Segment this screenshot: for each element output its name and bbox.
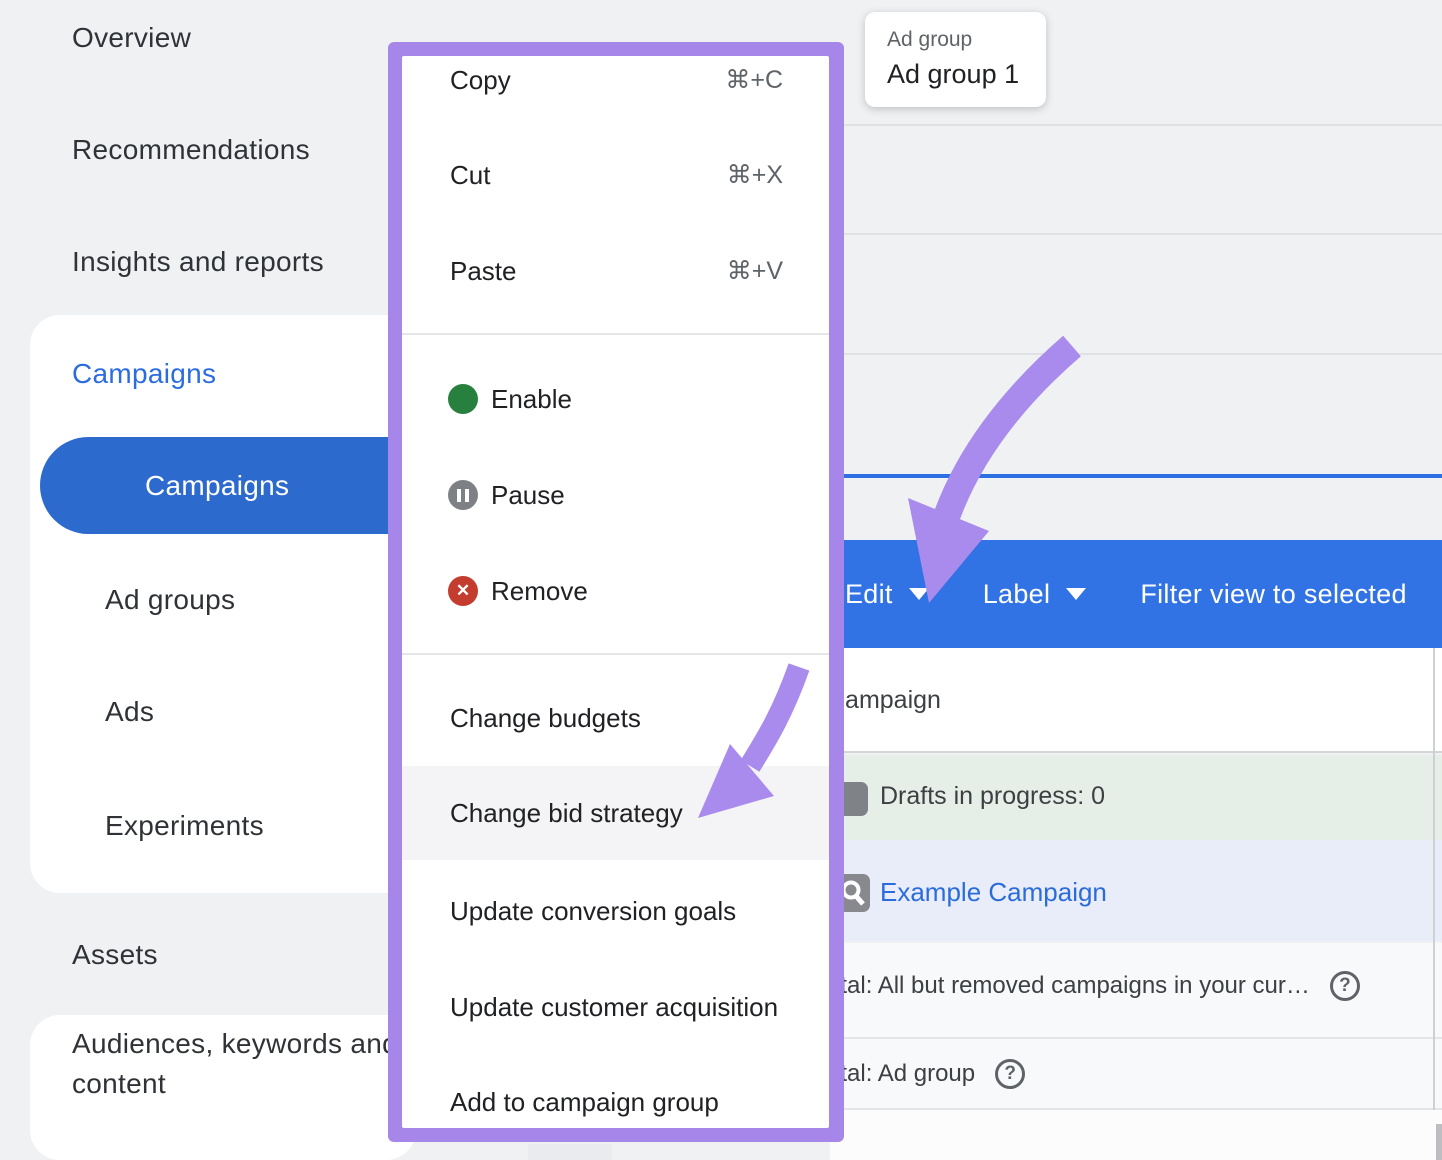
remove-label: Remove	[491, 576, 588, 607]
chevron-down-icon	[909, 588, 929, 600]
enable-label: Enable	[491, 384, 572, 415]
copy-shortcut: ⌘+C	[725, 65, 783, 95]
menu-item-remove[interactable]: ✕ Remove	[402, 544, 829, 638]
sidebar-item-campaigns-section[interactable]: Campaigns	[72, 354, 216, 394]
menu-item-change-budgets[interactable]: Change budgets	[402, 671, 829, 765]
update-customer-acquisition-label: Update customer acquisition	[450, 992, 778, 1023]
menu-item-enable[interactable]: Enable	[402, 352, 829, 446]
menu-item-paste[interactable]: Paste ⌘+V	[402, 224, 829, 318]
sidebar-item-experiments[interactable]: Experiments	[105, 806, 264, 846]
paste-label: Paste	[450, 256, 517, 287]
column-header-campaign[interactable]: Campaign	[827, 686, 941, 715]
change-budgets-label: Change budgets	[450, 703, 641, 734]
ad-group-tooltip: Ad group Ad group 1	[865, 12, 1046, 107]
menu-item-change-bid-strategy[interactable]: Change bid strategy	[402, 766, 829, 860]
bulk-action-toolbar: Edit Label Filter view to selected	[830, 540, 1442, 648]
edit-dropdown-button[interactable]: Edit	[845, 579, 929, 610]
selected-item-label: Campaigns	[145, 470, 289, 502]
paste-shortcut: ⌘+V	[727, 256, 783, 286]
menu-divider	[402, 333, 829, 335]
menu-item-copy[interactable]: Copy ⌘+C	[402, 56, 829, 127]
column-divider	[1433, 648, 1435, 1110]
sidebar-item-ad-groups[interactable]: Ad groups	[105, 580, 235, 620]
tooltip-value: Ad group 1	[887, 59, 1046, 90]
add-to-campaign-group-label: Add to campaign group	[450, 1087, 719, 1118]
remove-status-icon: ✕	[448, 576, 478, 606]
change-bid-strategy-label: Change bid strategy	[450, 798, 683, 829]
update-conversion-goals-label: Update conversion goals	[450, 896, 736, 927]
scrollbar-thumb[interactable]	[1436, 1124, 1442, 1160]
tooltip-label: Ad group	[887, 28, 1046, 52]
label-label: Label	[983, 579, 1051, 610]
chart-baseline	[830, 474, 1442, 478]
chevron-down-icon	[1066, 588, 1086, 600]
copy-label: Copy	[450, 65, 511, 96]
cut-shortcut: ⌘+X	[727, 160, 783, 190]
drafts-in-progress-text: Drafts in progress: 0	[880, 782, 1105, 811]
pause-status-icon	[448, 480, 478, 510]
sidebar-item-campaigns-selected[interactable]: Campaigns	[40, 437, 442, 534]
total-campaigns-text: Total: All but removed campaigns in your…	[815, 972, 1310, 1000]
bg-divider-1	[830, 124, 1442, 126]
help-icon[interactable]: ?	[1330, 971, 1360, 1001]
filter-view-button[interactable]: Filter view to selected	[1140, 579, 1407, 610]
sidebar-item-overview[interactable]: Overview	[72, 18, 191, 58]
google-ads-screen: Overview Recommendations Insights and re…	[0, 0, 1442, 1160]
sidebar-item-audiences-keywords-content[interactable]: Audiences, keywords and content	[72, 1024, 420, 1104]
bg-divider-2	[830, 233, 1442, 235]
context-menu: Copy ⌘+C Cut ⌘+X Paste ⌘+V Enable Pause	[402, 56, 829, 1128]
scroll-notch	[528, 1144, 612, 1160]
pause-label: Pause	[491, 480, 565, 511]
context-menu-highlight-frame: Copy ⌘+C Cut ⌘+X Paste ⌘+V Enable Pause	[388, 42, 844, 1142]
total-ad-group-cell: Total: Ad group ?	[815, 1059, 1025, 1089]
menu-item-add-to-campaign-group[interactable]: Add to campaign group	[402, 1055, 829, 1128]
sidebar-item-insights-reports[interactable]: Insights and reports	[72, 242, 324, 282]
example-campaign-link[interactable]: Example Campaign	[880, 877, 1107, 908]
sidebar-item-ads[interactable]: Ads	[105, 692, 154, 732]
filter-view-label: Filter view to selected	[1140, 579, 1407, 610]
menu-item-update-customer-acquisition[interactable]: Update customer acquisition	[402, 960, 829, 1054]
cut-label: Cut	[450, 160, 490, 191]
bg-divider-3	[830, 353, 1442, 355]
menu-item-update-conversion-goals[interactable]: Update conversion goals	[402, 864, 829, 958]
enable-status-icon	[448, 384, 478, 414]
label-dropdown-button[interactable]: Label	[983, 579, 1087, 610]
total-campaigns-cell: Total: All but removed campaigns in your…	[815, 971, 1360, 1001]
menu-item-pause[interactable]: Pause	[402, 448, 829, 542]
menu-item-cut[interactable]: Cut ⌘+X	[402, 128, 829, 222]
menu-divider	[402, 653, 829, 655]
sidebar-item-recommendations[interactable]: Recommendations	[72, 130, 310, 170]
sidebar-item-assets[interactable]: Assets	[72, 935, 158, 975]
edit-label: Edit	[845, 579, 893, 610]
help-icon[interactable]: ?	[995, 1059, 1025, 1089]
table-footer-area	[830, 1110, 1442, 1160]
